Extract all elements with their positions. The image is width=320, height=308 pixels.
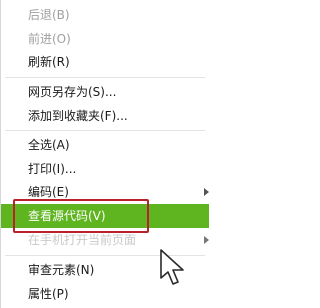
submenu-arrow-icon (204, 188, 209, 196)
menu-item-label: 全选(A) (28, 138, 70, 152)
menu-item-refresh[interactable]: 刷新(R) (1, 51, 209, 73)
menu-item-print[interactable]: 打印(I)... (1, 158, 209, 180)
menu-item-label: 网页另存为(S)... (28, 85, 117, 99)
menu-item-label: 属性(P) (28, 287, 69, 301)
submenu-arrow-icon (204, 236, 209, 244)
mouse-pointer-icon (160, 249, 184, 285)
menu-item-label: 添加到收藏夹(F)... (28, 109, 128, 123)
menu-separator (5, 77, 205, 78)
menu-item-label: 审查元素(N) (28, 263, 95, 277)
menu-item-label: 编码(E) (28, 185, 69, 199)
menu-item-label: 后退(B) (28, 8, 70, 22)
menu-item-label: 在手机打开当前页面 (28, 233, 137, 247)
annotation-highlight-box (13, 199, 149, 233)
menu-item-label: 打印(I)... (28, 162, 77, 176)
menu-item-back[interactable]: 后退(B) (1, 4, 209, 26)
menu-item-forward[interactable]: 前进(O) (1, 28, 209, 50)
menu-item-select-all[interactable]: 全选(A) (1, 134, 209, 156)
menu-item-label: 刷新(R) (28, 55, 70, 69)
menu-item-label: 前进(O) (28, 32, 71, 46)
menu-separator (5, 130, 205, 131)
menu-item-save-page-as[interactable]: 网页另存为(S)... (1, 81, 209, 103)
menu-item-add-to-favorites[interactable]: 添加到收藏夹(F)... (1, 105, 209, 127)
